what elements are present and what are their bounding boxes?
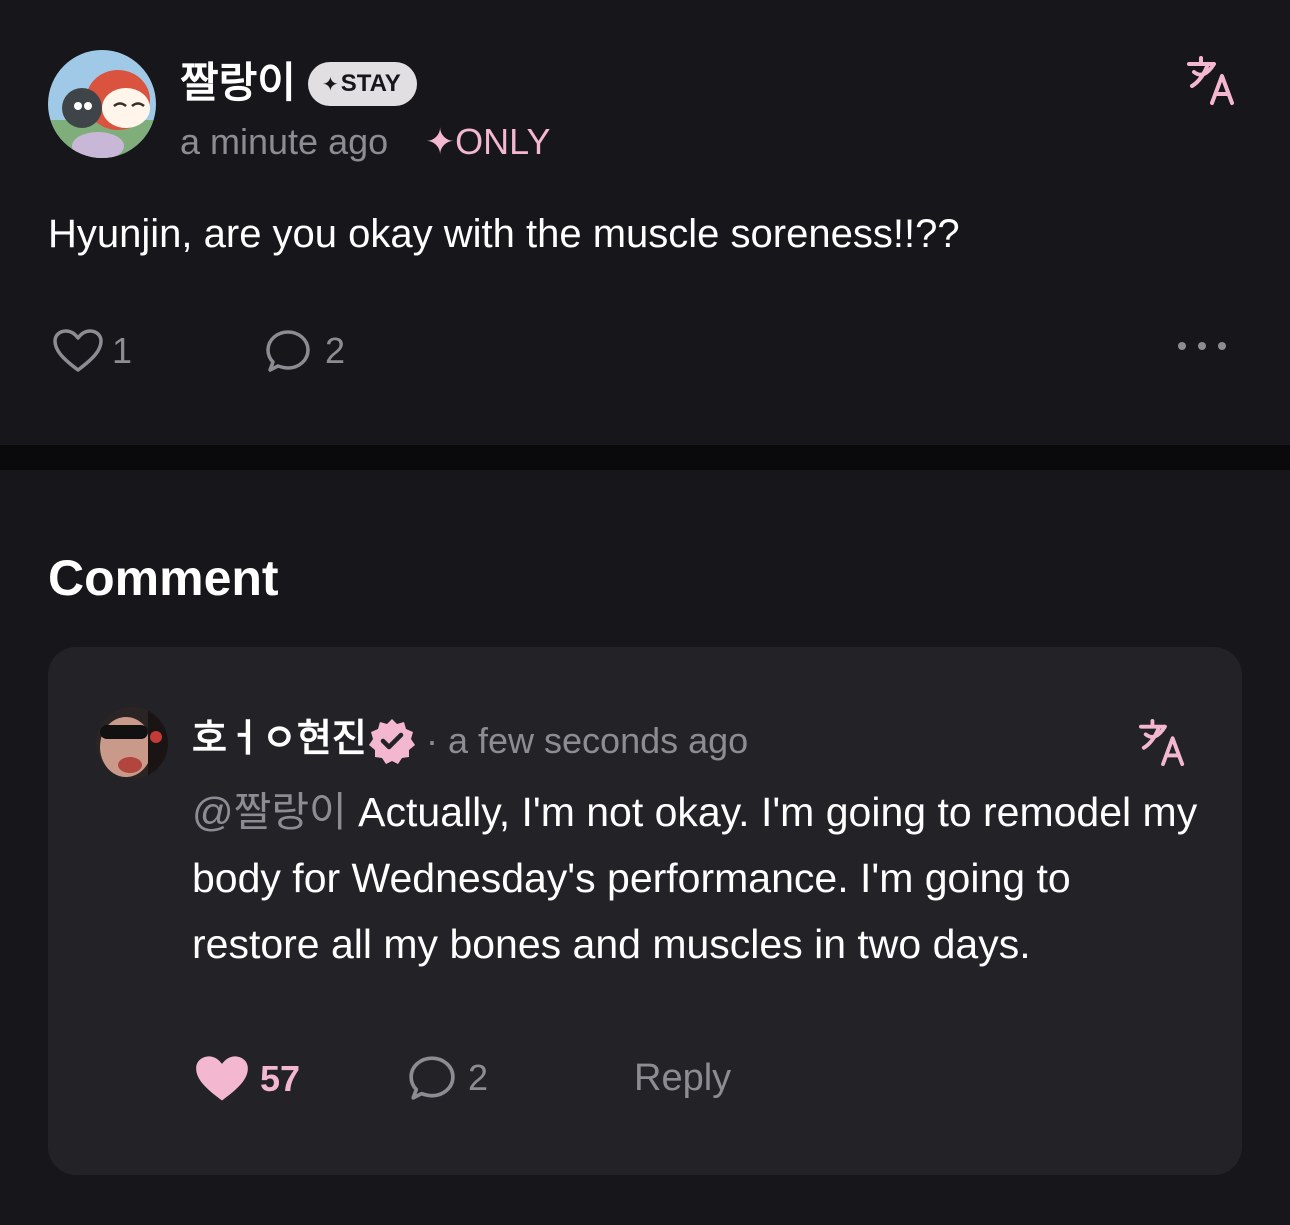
comment-button[interactable]: 2 [265, 328, 345, 374]
section-divider [0, 445, 1290, 470]
comment-reply-count: 2 [468, 1057, 489, 1098]
only-label: ✦ONLY [425, 120, 551, 164]
commenter-avatar[interactable] [96, 707, 168, 779]
stay-badge-label: STAY [340, 70, 401, 97]
heart-filled-icon [196, 1056, 248, 1101]
commenter-name[interactable]: 호ㅓㅇ현진 [192, 715, 367, 763]
comment-text: @짤랑이 Actually, I'm not okay. I'm going t… [192, 779, 1202, 977]
mention-link[interactable]: @짤랑이 [192, 789, 347, 835]
verified-badge-icon [368, 717, 416, 770]
dot [1218, 342, 1226, 350]
comment-replies-button[interactable]: 2 [408, 1054, 488, 1102]
like-count: 1 [112, 330, 133, 371]
comment-like-count: 57 [260, 1058, 301, 1099]
stay-badge: ✦STAY [308, 62, 417, 106]
comment-time: · a few seconds ago [426, 720, 749, 761]
heart-outline-icon [53, 329, 103, 372]
post-time: a minute ago [180, 121, 389, 162]
more-dots-icon[interactable] [1178, 342, 1226, 350]
comment-like-button[interactable]: 57 [194, 1054, 300, 1104]
dot [1198, 342, 1206, 350]
speech-bubble-icon [266, 330, 310, 372]
star-icon: ✦ [425, 121, 456, 162]
only-label-text: ONLY [455, 121, 551, 162]
reply-button[interactable]: Reply [634, 1054, 731, 1102]
comments-title: Comment [48, 550, 279, 606]
author-avatar[interactable] [48, 50, 156, 158]
speech-bubble-icon [409, 1056, 455, 1100]
translate-icon[interactable] [1186, 56, 1238, 111]
post: 짤랑이 ✦STAY a minute ago ✦ONLY Hyunjin, ar… [0, 0, 1290, 445]
translate-icon[interactable] [1138, 719, 1188, 772]
comments-section: Comment 호ㅓㅇ현진 · a few seconds ago @짤랑이 A… [0, 470, 1290, 1225]
comment-count: 2 [325, 330, 346, 371]
author-name[interactable]: 짤랑이 [180, 58, 296, 108]
like-button[interactable]: 1 [52, 328, 132, 374]
comment-card: 호ㅓㅇ현진 · a few seconds ago @짤랑이 Actually,… [48, 647, 1242, 1175]
post-text: Hyunjin, are you okay with the muscle so… [48, 212, 960, 256]
dot [1178, 342, 1186, 350]
star-icon: ✦ [322, 74, 339, 96]
